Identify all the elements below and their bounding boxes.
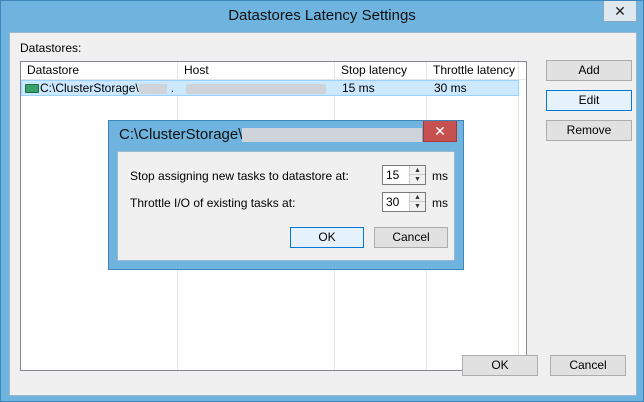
dialog-title: C:\ClusterStorage\ — [119, 126, 423, 143]
remove-button[interactable]: Remove — [546, 120, 632, 141]
dialog-title-text: C:\ClusterStorage\ — [119, 126, 243, 143]
dialog-ok-button[interactable]: OK — [290, 227, 364, 248]
datastore-path: C:\ClusterStorage\ — [40, 81, 139, 95]
dialog-cancel-button[interactable]: Cancel — [374, 227, 448, 248]
throttle-latency-value: 30 — [386, 195, 400, 209]
stop-latency-value: 15 — [386, 168, 400, 182]
list-header: Datastore Host Stop latency Throttle lat… — [21, 62, 526, 80]
stepper-up-icon[interactable]: ▲ — [409, 193, 425, 202]
drive-icon — [25, 84, 39, 94]
throttle-io-label: Throttle I/O of existing tasks at: — [130, 196, 296, 210]
redacted-text — [242, 128, 423, 143]
column-divider — [518, 80, 519, 370]
stepper-down-icon[interactable]: ▼ — [409, 175, 425, 184]
dialog-client-area: Stop assigning new tasks to datastore at… — [117, 151, 455, 261]
redacted-text — [138, 83, 167, 94]
stepper-arrows: ▲ ▼ — [409, 166, 425, 184]
stop-latency-stepper[interactable]: 15 ▲ ▼ — [382, 165, 426, 185]
window-title: Datastores Latency Settings — [228, 7, 416, 24]
stepper-up-icon[interactable]: ▲ — [409, 166, 425, 175]
stepper-arrows: ▲ ▼ — [409, 193, 425, 211]
column-header-throttle-latency[interactable]: Throttle latency — [427, 62, 519, 79]
ok-button[interactable]: OK — [462, 355, 538, 376]
datastore-path-suffix: . — [170, 81, 175, 95]
close-icon[interactable]: ✕ — [603, 1, 637, 22]
cell-datastore: C:\ClusterStorage\. — [25, 81, 174, 95]
edit-latency-dialog: C:\ClusterStorage\ ✕ Stop assigning new … — [108, 120, 464, 270]
table-row[interactable]: C:\ClusterStorage\. 15 ms 30 ms — [21, 80, 519, 96]
edit-button[interactable]: Edit — [546, 90, 632, 111]
stop-assigning-label: Stop assigning new tasks to datastore at… — [130, 169, 349, 183]
close-icon[interactable]: ✕ — [423, 121, 457, 142]
throttle-latency-unit: ms — [432, 196, 448, 210]
column-header-host[interactable]: Host — [178, 62, 335, 79]
throttle-latency-stepper[interactable]: 30 ▲ ▼ — [382, 192, 426, 212]
stepper-down-icon[interactable]: ▼ — [409, 202, 425, 211]
redacted-text — [186, 83, 326, 94]
datastores-label: Datastores: — [20, 41, 82, 55]
stop-latency-unit: ms — [432, 169, 448, 183]
column-header-stop-latency[interactable]: Stop latency — [335, 62, 427, 79]
cell-stop-latency: 15 ms — [342, 81, 375, 95]
column-header-datastore[interactable]: Datastore — [21, 62, 178, 79]
cell-host — [186, 81, 326, 95]
title-bar: Datastores Latency Settings ✕ — [1, 1, 643, 31]
cancel-button[interactable]: Cancel — [550, 355, 626, 376]
cell-throttle-latency: 30 ms — [434, 81, 467, 95]
add-button[interactable]: Add — [546, 60, 632, 81]
